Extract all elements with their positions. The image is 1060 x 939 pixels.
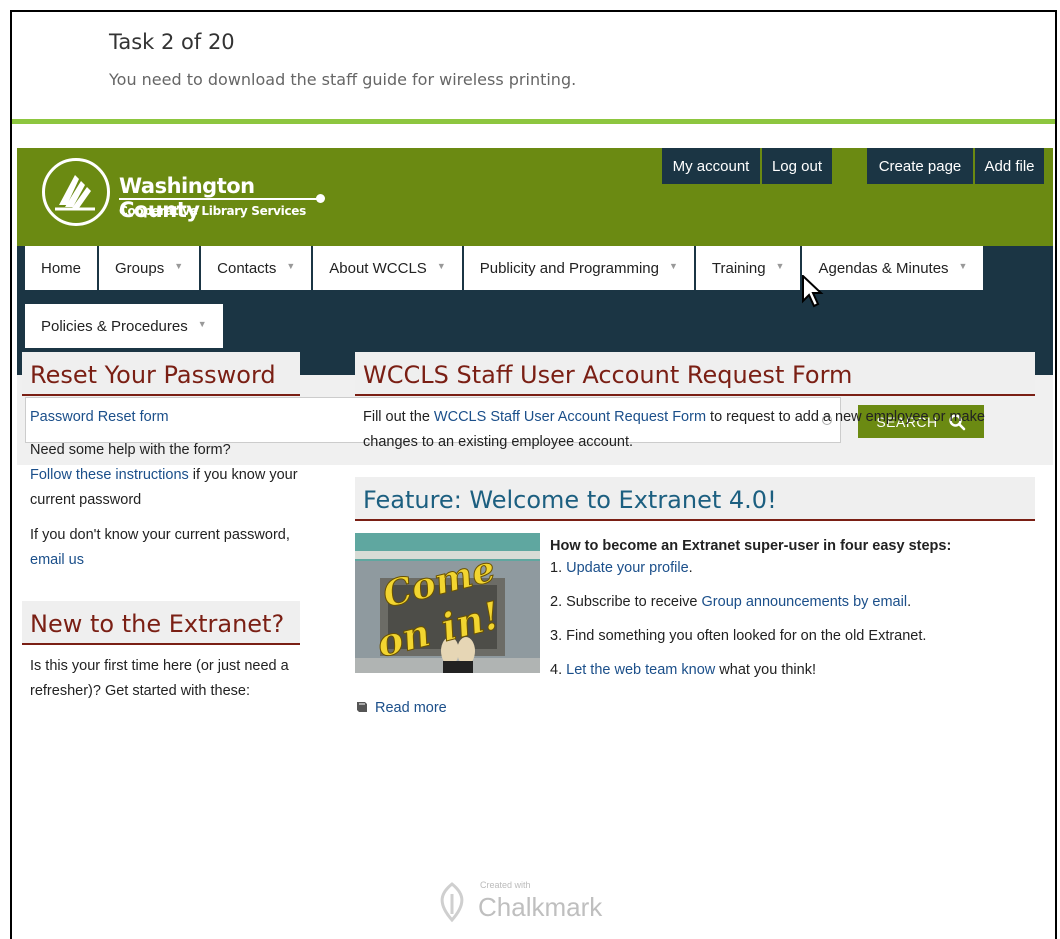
step-2: 2. Subscribe to receive Group announceme… (550, 591, 1035, 613)
nav-item-groups[interactable]: Groups ▼ (99, 246, 200, 290)
steps-list: How to become an Extranet super-user in … (550, 535, 1035, 681)
new-to-extranet-text: Is this your first time here (or just ne… (30, 658, 289, 699)
caret-down-icon: ▼ (436, 261, 446, 271)
steps-title: How to become an Extranet super-user in … (550, 538, 952, 554)
watermark-brand: Chalkmark (478, 892, 603, 922)
account-request-link[interactable]: WCCLS Staff User Account Request Form (434, 409, 706, 425)
reset-link-line: Password Reset form (30, 405, 300, 430)
mouse-cursor-icon (802, 275, 824, 308)
feature-image[interactable]: Come on in! (355, 533, 540, 673)
step-suffix: . (688, 560, 693, 576)
nav-label: Publicity and Programming (479, 259, 659, 277)
nav-row: Home Groups ▼ Contacts ▼ About WCCLS ▼ Publ… (25, 246, 1053, 362)
forgot-text: If you don't know your current password, (30, 527, 290, 543)
task-title: Task 2 of 20 (109, 30, 235, 54)
help-paragraph: Need some help with the form? Follow the… (30, 438, 300, 513)
step-3: 3. Find something you often looked for o… (550, 628, 927, 644)
step-text: 2. Subscribe to receive (550, 594, 702, 610)
instructions-link[interactable]: Follow these instructions (30, 467, 189, 483)
logo-subtitle: Cooperative Library Services (119, 204, 306, 218)
nav-item-training[interactable]: Training ▼ (695, 246, 801, 290)
step-suffix: what you think! (715, 662, 816, 678)
caret-down-icon: ▼ (668, 261, 678, 271)
nav-item-contacts[interactable]: Contacts ▼ (201, 246, 312, 290)
nav-label: Training (711, 259, 766, 277)
update-profile-link[interactable]: Update your profile (566, 560, 689, 576)
forgot-paragraph: If you don't know your current password,… (30, 523, 300, 573)
email-us-link[interactable]: email us (30, 552, 84, 568)
feature-block: Come on in! How to become an Extranet su… (355, 533, 1035, 718)
add-file-button[interactable]: Add file (975, 148, 1044, 184)
screen-frame: Task 2 of 20 You need to download the st… (10, 10, 1057, 939)
nav-label: Policies & Procedures (41, 317, 188, 335)
step-1: 1. Update your profile. (550, 557, 1035, 579)
log-out-button[interactable]: Log out (762, 148, 832, 184)
step-suffix: . (907, 594, 912, 610)
main-content: WCCLS Staff User Account Request Form Fi… (355, 352, 1035, 718)
left-sidebar: Reset Your Password Password Reset form … (22, 352, 300, 704)
nav-item-policies[interactable]: Policies & Procedures ▼ (25, 304, 223, 348)
step-4: 4. Let the web team know what you think! (550, 659, 1035, 681)
read-more-link[interactable]: Read more (375, 700, 447, 716)
logo-dot (316, 194, 325, 203)
reset-password-heading: Reset Your Password (22, 352, 300, 396)
nav-label: About WCCLS (329, 259, 427, 277)
step-num: 4. (550, 662, 567, 678)
chalkmark-watermark: Created with Chalkmark (432, 880, 652, 930)
account-request-heading: WCCLS Staff User Account Request Form (355, 352, 1035, 396)
watermark-small-text: Created with (480, 880, 531, 890)
book-icon (357, 702, 367, 712)
caret-down-icon: ▼ (775, 261, 785, 271)
task-description: You need to download the staff guide for… (109, 70, 577, 89)
feature-heading: Feature: Welcome to Extranet 4.0! (355, 477, 1035, 521)
account-request-paragraph: Fill out the WCCLS Staff User Account Re… (363, 405, 1035, 455)
nav-item-publicity[interactable]: Publicity and Programming ▼ (463, 246, 694, 290)
nav-item-agendas[interactable]: Agendas & Minutes ▼ (802, 246, 984, 290)
password-reset-link[interactable]: Password Reset form (30, 409, 169, 425)
new-to-extranet-heading: New to the Extranet? (22, 601, 300, 645)
group-announcements-link[interactable]: Group announcements by email (702, 594, 908, 610)
my-account-button[interactable]: My account (662, 148, 760, 184)
caret-down-icon: ▼ (286, 261, 296, 271)
form-text: Fill out the (363, 409, 434, 425)
site-logo[interactable]: Washington County Cooperative Library Se… (42, 158, 325, 228)
logo-underline (119, 198, 319, 200)
caret-down-icon: ▼ (174, 261, 184, 271)
nav-label: Agendas & Minutes (818, 259, 949, 277)
create-page-button[interactable]: Create page (867, 148, 973, 184)
nav-item-home[interactable]: Home (25, 246, 98, 290)
caret-down-icon: ▼ (197, 319, 207, 329)
task-divider (12, 119, 1055, 124)
nav-label: Groups (115, 259, 165, 277)
nav-label: Contacts (217, 259, 277, 277)
nav-label: Home (41, 259, 82, 277)
task-header: Task 2 of 20 You need to download the st… (12, 12, 1055, 124)
logo-book-icon (42, 158, 110, 226)
site-banner: Washington County Cooperative Library Se… (17, 148, 1053, 246)
nav-item-about[interactable]: About WCCLS ▼ (313, 246, 462, 290)
caret-down-icon: ▼ (958, 261, 968, 271)
chalkmark-logo-icon (440, 882, 464, 923)
read-more-line: Read more (355, 696, 447, 721)
step-num: 1. (550, 560, 567, 576)
web-team-link[interactable]: Let the web team know (566, 662, 715, 678)
help-text: Need some help with the form? (30, 442, 231, 458)
